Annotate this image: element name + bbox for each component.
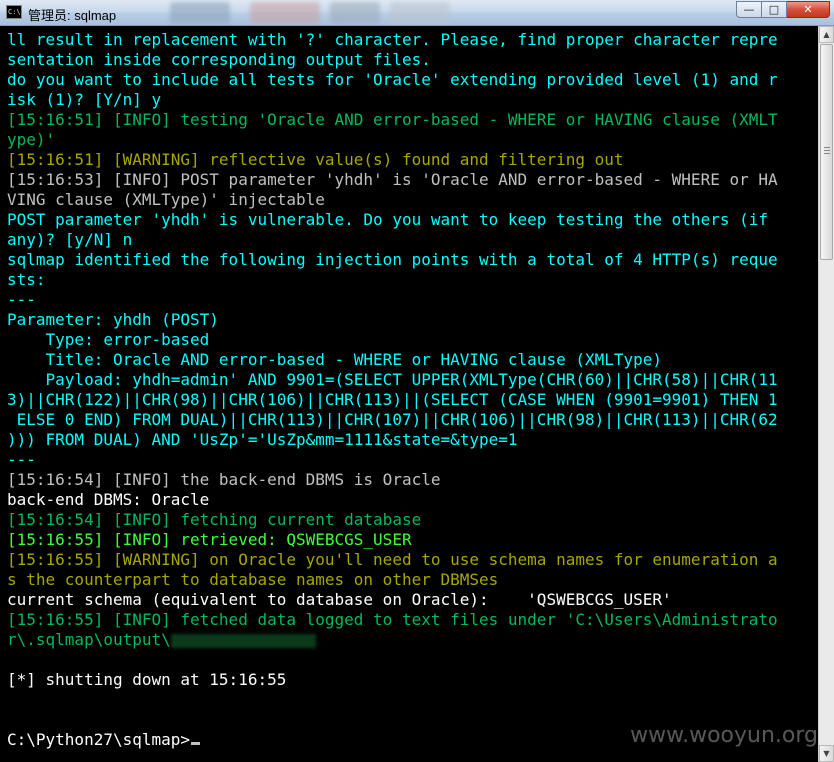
console-line: s the counterpart to database names on o… [7,570,499,589]
console-line: [15:16:55] [WARNING] on Oracle you'll ne… [7,550,778,569]
console-line: any)? [y/N] n [7,230,133,249]
console-line: Title: Oracle AND error-based - WHERE or… [7,350,663,369]
console-line: r\.sqlmap\output\ [7,630,316,650]
console-line: Payload: yhdh=admin' AND 9901=(SELECT UP… [7,370,778,389]
window-controls: — □ ✕ [736,1,830,19]
console-line: VING clause (XMLType)' injectable [7,190,325,209]
console-line: [15:16:55] [INFO] fetched data logged to… [7,610,778,629]
console-line: ELSE 0 END) FROM DUAL)||CHR(113)||CHR(10… [7,410,778,429]
console-line: [15:16:53] [INFO] POST parameter 'yhdh' … [7,170,778,189]
console-line: Type: error-based [7,330,210,349]
scroll-down-arrow-icon[interactable]: ▼ [819,745,834,762]
redacted-path [170,633,316,648]
console-line: [15:16:54] [INFO] fetching current datab… [7,510,422,529]
scroll-up-arrow-icon[interactable]: ▲ [819,26,834,43]
maximize-button[interactable]: □ [762,1,787,18]
blurred-background [250,2,320,24]
console-line: [15:16:51] [WARNING] reflective value(s)… [7,150,624,169]
close-button[interactable]: ✕ [787,1,830,18]
console-line: POST parameter 'yhdh' is vulnerable. Do … [7,210,768,229]
console-line: sentation inside corresponding output fi… [7,50,431,69]
console-line: back-end DBMS: Oracle [7,490,210,509]
console-line: Parameter: yhdh (POST) [7,310,219,329]
console-line: ype)' [7,130,56,149]
console-line: isk (1)? [Y/n] y [7,90,162,109]
blurred-background [170,2,230,24]
window-title: 管理员: sqlmap [28,8,117,23]
console-line: current schema (equivalent to database o… [7,590,672,609]
console-line: [15:16:54] [INFO] the back-end DBMS is O… [7,470,441,489]
console-line: C:\Python27\sqlmap> [7,730,201,750]
console-line: 3)||CHR(122)||CHR(98)||CHR(106)||CHR(113… [7,390,778,409]
text-cursor [191,742,201,745]
console-line: [15:16:51] [INFO] testing 'Oracle AND er… [7,110,778,129]
blurred-background [330,2,380,24]
console-line: [*] shutting down at 15:16:55 [7,670,287,689]
minimize-button[interactable]: — [736,1,762,18]
scrollbar-thumb[interactable] [820,44,833,260]
console-line: ))) FROM DUAL) AND 'UsZp'='UsZp&mm=1111&… [7,430,518,449]
console-line: ll result in replacement with '?' charac… [7,30,778,49]
console-line: sts: [7,270,46,289]
console-line: --- [7,290,36,309]
console-output[interactable]: ll result in replacement with '?' charac… [0,26,818,762]
blurred-background [390,2,450,24]
console-line: --- [7,450,36,469]
console-line: sqlmap identified the following injectio… [7,250,778,269]
title-bar[interactable]: C:\ 管理员: sqlmap — □ ✕ [0,0,834,26]
watermark: www.wooyun.org [630,723,818,748]
vertical-scrollbar[interactable]: ▲ ▼ [818,26,834,762]
console-line: do you want to include all tests for 'Or… [7,70,778,89]
console-line: [15:16:55] [INFO] retrieved: QSWEBCGS_US… [7,530,412,549]
console-icon[interactable]: C:\ [6,5,22,19]
